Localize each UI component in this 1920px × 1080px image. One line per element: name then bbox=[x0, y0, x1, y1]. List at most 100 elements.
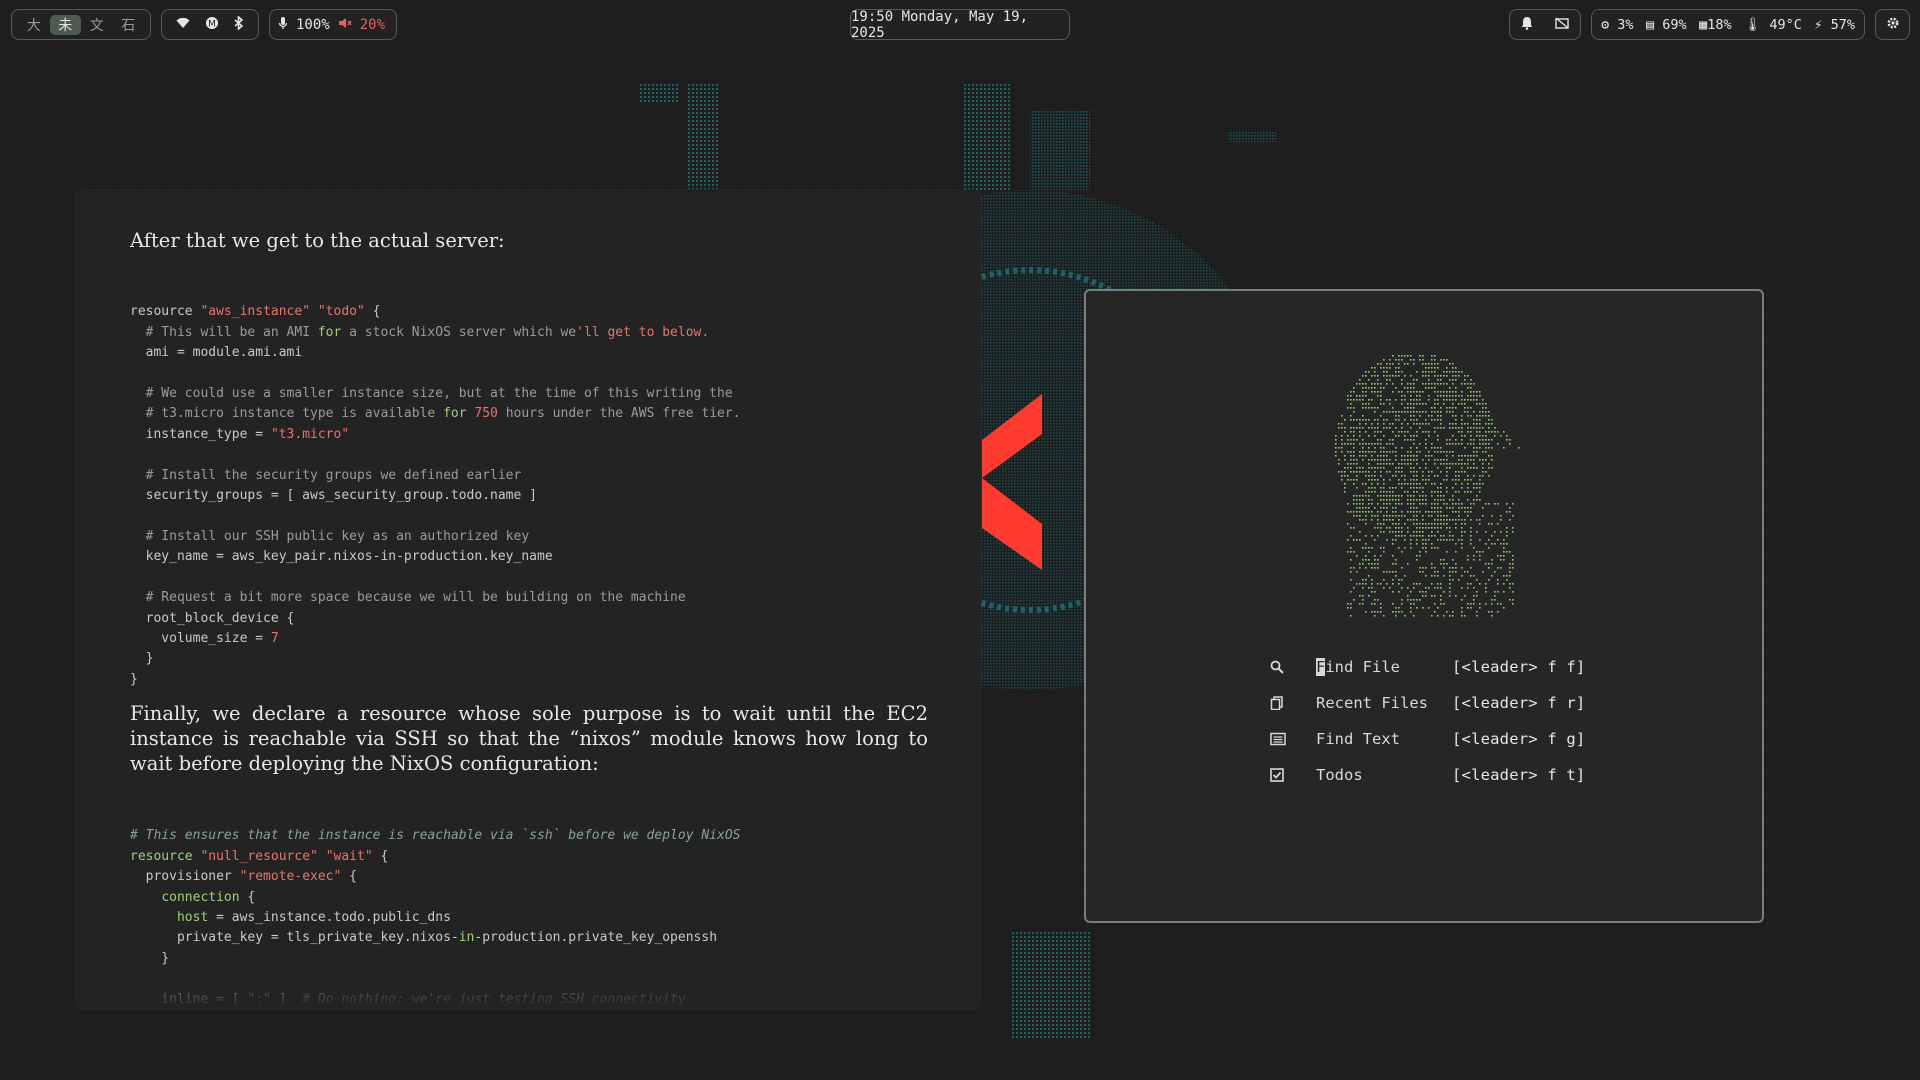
settings-button[interactable] bbox=[1875, 9, 1910, 40]
ascii-dot bbox=[1443, 371, 1445, 373]
ascii-dot bbox=[1431, 531, 1433, 533]
ascii-dot bbox=[1437, 495, 1439, 497]
ascii-dot bbox=[1440, 511, 1442, 513]
ascii-dot bbox=[1392, 495, 1394, 497]
speaker-muted-icon[interactable] bbox=[338, 17, 352, 33]
ascii-dot bbox=[1350, 547, 1352, 549]
neovim-dashboard-window[interactable]: Find File [<leader> f f] Recent Files [<… bbox=[1084, 289, 1764, 923]
ascii-dot bbox=[1449, 387, 1451, 389]
ascii-dot bbox=[1383, 427, 1385, 429]
ascii-dot bbox=[1455, 471, 1457, 473]
ascii-dot bbox=[1398, 419, 1400, 421]
ascii-dot bbox=[1479, 519, 1481, 521]
ascii-dot bbox=[1365, 471, 1367, 473]
workspace-4[interactable]: 石 bbox=[113, 15, 145, 35]
code-block-aws-instance: resource "aws_instance" "todo" { # This … bbox=[130, 282, 741, 690]
ascii-dot bbox=[1371, 487, 1373, 489]
clock[interactable]: 19:50 Monday, May 19, 2025 bbox=[850, 9, 1070, 41]
ascii-dot bbox=[1440, 487, 1442, 489]
ascii-dot bbox=[1356, 511, 1358, 513]
ascii-dot bbox=[1383, 519, 1385, 521]
menu-item-todos[interactable]: Todos [<leader> f t] bbox=[1270, 757, 1585, 793]
ascii-dot bbox=[1374, 383, 1376, 385]
microphone-icon[interactable] bbox=[278, 16, 288, 34]
ascii-dot bbox=[1377, 563, 1379, 565]
ascii-dot bbox=[1422, 411, 1424, 413]
ascii-dot bbox=[1380, 399, 1382, 401]
ascii-dot bbox=[1473, 483, 1475, 485]
ascii-dot bbox=[1482, 467, 1484, 469]
ascii-dot bbox=[1398, 483, 1400, 485]
ascii-dot bbox=[1425, 419, 1427, 421]
ascii-dot bbox=[1467, 467, 1469, 469]
ascii-dot bbox=[1341, 471, 1343, 473]
ascii-dot bbox=[1479, 583, 1481, 585]
ascii-dot bbox=[1371, 479, 1373, 481]
ascii-dot bbox=[1431, 515, 1433, 517]
ascii-dot bbox=[1416, 423, 1418, 425]
ascii-dot bbox=[1398, 579, 1400, 581]
wifi-icon[interactable] bbox=[176, 17, 190, 33]
menu-item-find-file[interactable]: Find File [<leader> f f] bbox=[1270, 649, 1585, 685]
ascii-dot bbox=[1347, 503, 1349, 505]
ascii-dot bbox=[1347, 395, 1349, 397]
ascii-dot bbox=[1359, 495, 1361, 497]
ascii-dot bbox=[1506, 439, 1508, 441]
ascii-dot bbox=[1482, 507, 1484, 509]
ascii-dot bbox=[1464, 455, 1466, 457]
ascii-dot bbox=[1440, 391, 1442, 393]
ascii-dot bbox=[1476, 431, 1478, 433]
ascii-dot bbox=[1428, 399, 1430, 401]
ascii-dot bbox=[1413, 391, 1415, 393]
ascii-dot bbox=[1389, 443, 1391, 445]
ascii-dot bbox=[1467, 483, 1469, 485]
menu-item-recent-files[interactable]: Recent Files [<leader> f r] bbox=[1270, 685, 1585, 721]
ascii-dot bbox=[1365, 387, 1367, 389]
ascii-dot bbox=[1419, 395, 1421, 397]
ascii-dot bbox=[1383, 551, 1385, 553]
ascii-dot bbox=[1353, 479, 1355, 481]
ascii-dot bbox=[1449, 519, 1451, 521]
ascii-dot bbox=[1380, 487, 1382, 489]
ascii-dot bbox=[1395, 419, 1397, 421]
ascii-dot bbox=[1464, 447, 1466, 449]
ascii-dot bbox=[1377, 459, 1379, 461]
text-cursor: F bbox=[1316, 658, 1326, 676]
code-line: resource "aws_instance" "todo" { bbox=[130, 304, 381, 320]
ascii-dot bbox=[1416, 543, 1418, 545]
ascii-dot bbox=[1449, 427, 1451, 429]
ascii-dot bbox=[1383, 371, 1385, 373]
ascii-dot bbox=[1437, 375, 1439, 377]
ascii-dot bbox=[1494, 591, 1496, 593]
ascii-dot bbox=[1383, 375, 1385, 377]
ascii-dot bbox=[1440, 515, 1442, 517]
bell-icon[interactable] bbox=[1521, 16, 1533, 34]
ascii-dot bbox=[1437, 435, 1439, 437]
ascii-dot bbox=[1467, 395, 1469, 397]
ascii-dot bbox=[1491, 559, 1493, 561]
vpn-icon[interactable]: M bbox=[205, 16, 219, 34]
bluetooth-icon[interactable] bbox=[234, 14, 244, 34]
ascii-dot bbox=[1419, 591, 1421, 593]
ascii-dot bbox=[1434, 491, 1436, 493]
ascii-dot bbox=[1386, 491, 1388, 493]
ascii-dot bbox=[1419, 523, 1421, 525]
ascii-dot bbox=[1425, 511, 1427, 513]
workspace-2[interactable]: 未 bbox=[49, 14, 81, 35]
ascii-dot bbox=[1383, 503, 1385, 505]
ascii-dot bbox=[1449, 395, 1451, 397]
workspace-3[interactable]: 文 bbox=[81, 15, 113, 35]
ascii-dot bbox=[1485, 587, 1487, 589]
menu-item-find-text[interactable]: Find Text [<leader> f g] bbox=[1270, 721, 1585, 757]
do-not-disturb-icon[interactable] bbox=[1555, 16, 1569, 33]
workspace-1[interactable]: 大 bbox=[18, 15, 50, 35]
ascii-dot bbox=[1407, 527, 1409, 529]
ascii-dot bbox=[1440, 527, 1442, 529]
ascii-dot bbox=[1377, 519, 1379, 521]
ascii-dot bbox=[1392, 571, 1394, 573]
ascii-dot bbox=[1350, 559, 1352, 561]
document-reader-window[interactable]: After that we get to the actual server: … bbox=[76, 190, 980, 1008]
ascii-dot bbox=[1425, 483, 1427, 485]
ascii-dot bbox=[1356, 583, 1358, 585]
ascii-dot bbox=[1494, 531, 1496, 533]
